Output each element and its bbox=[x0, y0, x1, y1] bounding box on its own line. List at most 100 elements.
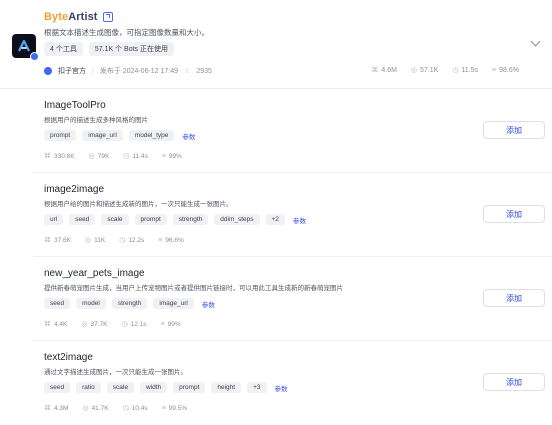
tool-stat-success: ≡ 99% bbox=[162, 152, 182, 160]
tool-item: new_year_pets_image 提供新春萌宠图片生成，当用户上传宠物图片… bbox=[33, 257, 552, 341]
meta-divider: | bbox=[92, 67, 94, 75]
bots-icon: ◎ bbox=[410, 67, 418, 74]
tool-stats: ⌘ 37.6K ◎ 11K ◷ 12.2s ≡ 96.6% bbox=[44, 236, 184, 245]
param-tag: url bbox=[44, 214, 64, 225]
add-tool-button[interactable]: 添加 bbox=[483, 373, 545, 391]
add-tool-button[interactable]: 添加 bbox=[483, 205, 545, 223]
param-tag: seed bbox=[44, 298, 71, 309]
param-tag: seed bbox=[69, 214, 96, 225]
tool-bots-value: 41.7K bbox=[91, 404, 109, 412]
add-tool-button[interactable]: 添加 bbox=[483, 289, 545, 307]
tool-params: seed ratio scale width prompt height +3 … bbox=[44, 382, 288, 393]
tool-stat-latency: ◷ 12.1s bbox=[121, 320, 146, 329]
tool-stats: ⌘ 4.4K ◎ 37.7K ◷ 12.1s ≡ 99% bbox=[44, 320, 181, 329]
clock-icon: ◷ bbox=[122, 405, 129, 412]
plugin-bots-value: 57.1K bbox=[420, 66, 439, 74]
param-tag: height bbox=[211, 382, 242, 393]
plugin-stats: ⌘ 4.6M ◎ 57.1K ◷ 11.5s ≡ 98.6% bbox=[371, 66, 519, 75]
plugin-author[interactable]: 扣子官方 bbox=[58, 66, 86, 76]
tool-stat-latency: ◷ 10.4s bbox=[122, 404, 148, 413]
tool-success-value: 96.6% bbox=[165, 236, 184, 244]
param-tag: ddim_steps bbox=[214, 214, 260, 225]
plugin-success-value: 98.6% bbox=[499, 66, 519, 74]
tool-stat-success: ≡ 99% bbox=[161, 320, 181, 328]
bots-icon: ◎ bbox=[88, 153, 95, 160]
param-tag: strength bbox=[111, 298, 148, 309]
tool-success-value: 99% bbox=[168, 152, 182, 160]
params-link[interactable]: 参数 bbox=[275, 383, 288, 393]
plugin-description: 根据文本描述生成图像，可指定图像数量和大小。 bbox=[44, 28, 209, 37]
param-tag: scale bbox=[101, 214, 129, 225]
tool-description: 根据用户的描述生成多种风格的图片 bbox=[44, 117, 148, 124]
tool-name: ImageToolPro bbox=[44, 100, 106, 111]
tool-calls-value: 37.6K bbox=[54, 236, 71, 244]
tool-stat-bots: ◎ 37.7K bbox=[81, 320, 108, 329]
plugin-header: ByteArtist 根据文本描述生成图像，可指定图像数量和大小。 4 个工具 … bbox=[0, 0, 552, 88]
more-params-tag[interactable]: +2 bbox=[265, 214, 285, 225]
param-tag: prompt bbox=[44, 130, 77, 141]
plugin-stat-success: ≡ 98.6% bbox=[492, 66, 519, 74]
tool-item: image2image 根据用户给的图片和描述生成新的图片，一次只能生成一张图片… bbox=[33, 173, 552, 257]
plugin-title-row: ByteArtist bbox=[44, 11, 113, 23]
params-link[interactable]: 参数 bbox=[182, 131, 195, 141]
plugin-stat-calls: ⌘ 4.6M bbox=[371, 66, 397, 75]
tool-params: prompt image_url model_type 参数 bbox=[44, 130, 195, 141]
tool-description: 提供新春萌宠图片生成，当用户上传宠物图片或者提供图片链接时，可以用此工具生成新的… bbox=[44, 285, 343, 292]
param-tag: image_url bbox=[82, 130, 123, 141]
tool-bots-value: 79K bbox=[97, 152, 110, 160]
tool-calls-value: 4.4K bbox=[54, 320, 68, 328]
bots-icon: ◎ bbox=[82, 405, 89, 412]
tool-stat-calls: ⌘ 330.8K bbox=[44, 152, 75, 161]
tool-name: image2image bbox=[44, 184, 105, 195]
byteartist-logo-icon bbox=[12, 34, 39, 61]
add-tool-button[interactable]: 添加 bbox=[483, 121, 545, 139]
param-tag: model_type bbox=[128, 130, 175, 141]
plugin-calls-value: 4.6M bbox=[381, 66, 397, 74]
clock-icon: ◷ bbox=[121, 321, 128, 328]
param-tag: strength bbox=[172, 214, 209, 225]
clock-icon: ◷ bbox=[119, 237, 126, 244]
calls-icon: ⌘ bbox=[44, 405, 51, 412]
tool-success-value: 99% bbox=[167, 320, 181, 328]
tool-stat-calls: ⌘ 4.3M bbox=[44, 404, 68, 413]
tool-stat-bots: ◎ 11K bbox=[85, 236, 106, 245]
params-link[interactable]: 参数 bbox=[202, 299, 215, 309]
tool-success-value: 99.5% bbox=[168, 404, 188, 412]
tool-latency-value: 12.2s bbox=[128, 236, 145, 244]
tool-stat-calls: ⌘ 4.4K bbox=[44, 320, 68, 329]
author-avatar-icon bbox=[44, 67, 52, 75]
plugin-title-part1: Byte bbox=[44, 11, 69, 23]
params-link[interactable]: 参数 bbox=[293, 215, 306, 225]
plugin-detail-page: ByteArtist 根据文本描述生成图像，可指定图像数量和大小。 4 个工具 … bbox=[0, 0, 552, 425]
calls-icon: ⌘ bbox=[44, 153, 51, 160]
clock-icon: ◷ bbox=[123, 153, 130, 160]
tool-params: url seed scale prompt strength ddim_step… bbox=[44, 214, 306, 225]
tool-bots-value: 37.7K bbox=[90, 320, 108, 328]
open-link-icon[interactable] bbox=[102, 12, 113, 22]
tool-stat-calls: ⌘ 37.6K bbox=[44, 236, 71, 245]
param-tag: width bbox=[139, 382, 168, 393]
calls-icon: ⌘ bbox=[371, 67, 379, 74]
param-tag: seed bbox=[44, 382, 71, 393]
tool-name: text2image bbox=[44, 352, 93, 363]
clock-icon: ◷ bbox=[452, 67, 459, 74]
calls-icon: ⌘ bbox=[44, 321, 51, 328]
tool-description: 根据用户给的图片和描述生成新的图片，一次只能生成一张图片。 bbox=[44, 201, 233, 208]
param-tag: image_url bbox=[153, 298, 194, 309]
success-rate-icon: ≡ bbox=[161, 404, 166, 412]
tool-bots-value: 11K bbox=[94, 236, 106, 244]
logo-a-icon bbox=[18, 39, 30, 52]
success-rate-icon: ≡ bbox=[158, 236, 163, 244]
plugin-latency-value: 11.5s bbox=[461, 66, 479, 74]
chevron-down-icon[interactable] bbox=[530, 36, 541, 47]
tool-latency-value: 10.4s bbox=[131, 404, 148, 412]
tool-list: ImageToolPro 根据用户的描述生成多种风格的图片 prompt ima… bbox=[33, 89, 552, 425]
plugin-tags: 4 个工具 57.1K 个 Bots 正在使用 bbox=[44, 42, 174, 56]
success-rate-icon: ≡ bbox=[161, 152, 166, 160]
tool-stats: ⌘ 4.3M ◎ 41.7K ◷ 10.4s ≡ 99.5% bbox=[44, 404, 188, 413]
more-params-tag[interactable]: +3 bbox=[247, 382, 267, 393]
bots-icon: ◎ bbox=[85, 237, 92, 244]
tool-stat-success: ≡ 99.5% bbox=[162, 404, 188, 412]
plugin-stat-bots: ◎ 57.1K bbox=[410, 66, 439, 75]
tool-description: 通过文字描述生成图片，一次只能生成一张图片。 bbox=[44, 369, 187, 376]
